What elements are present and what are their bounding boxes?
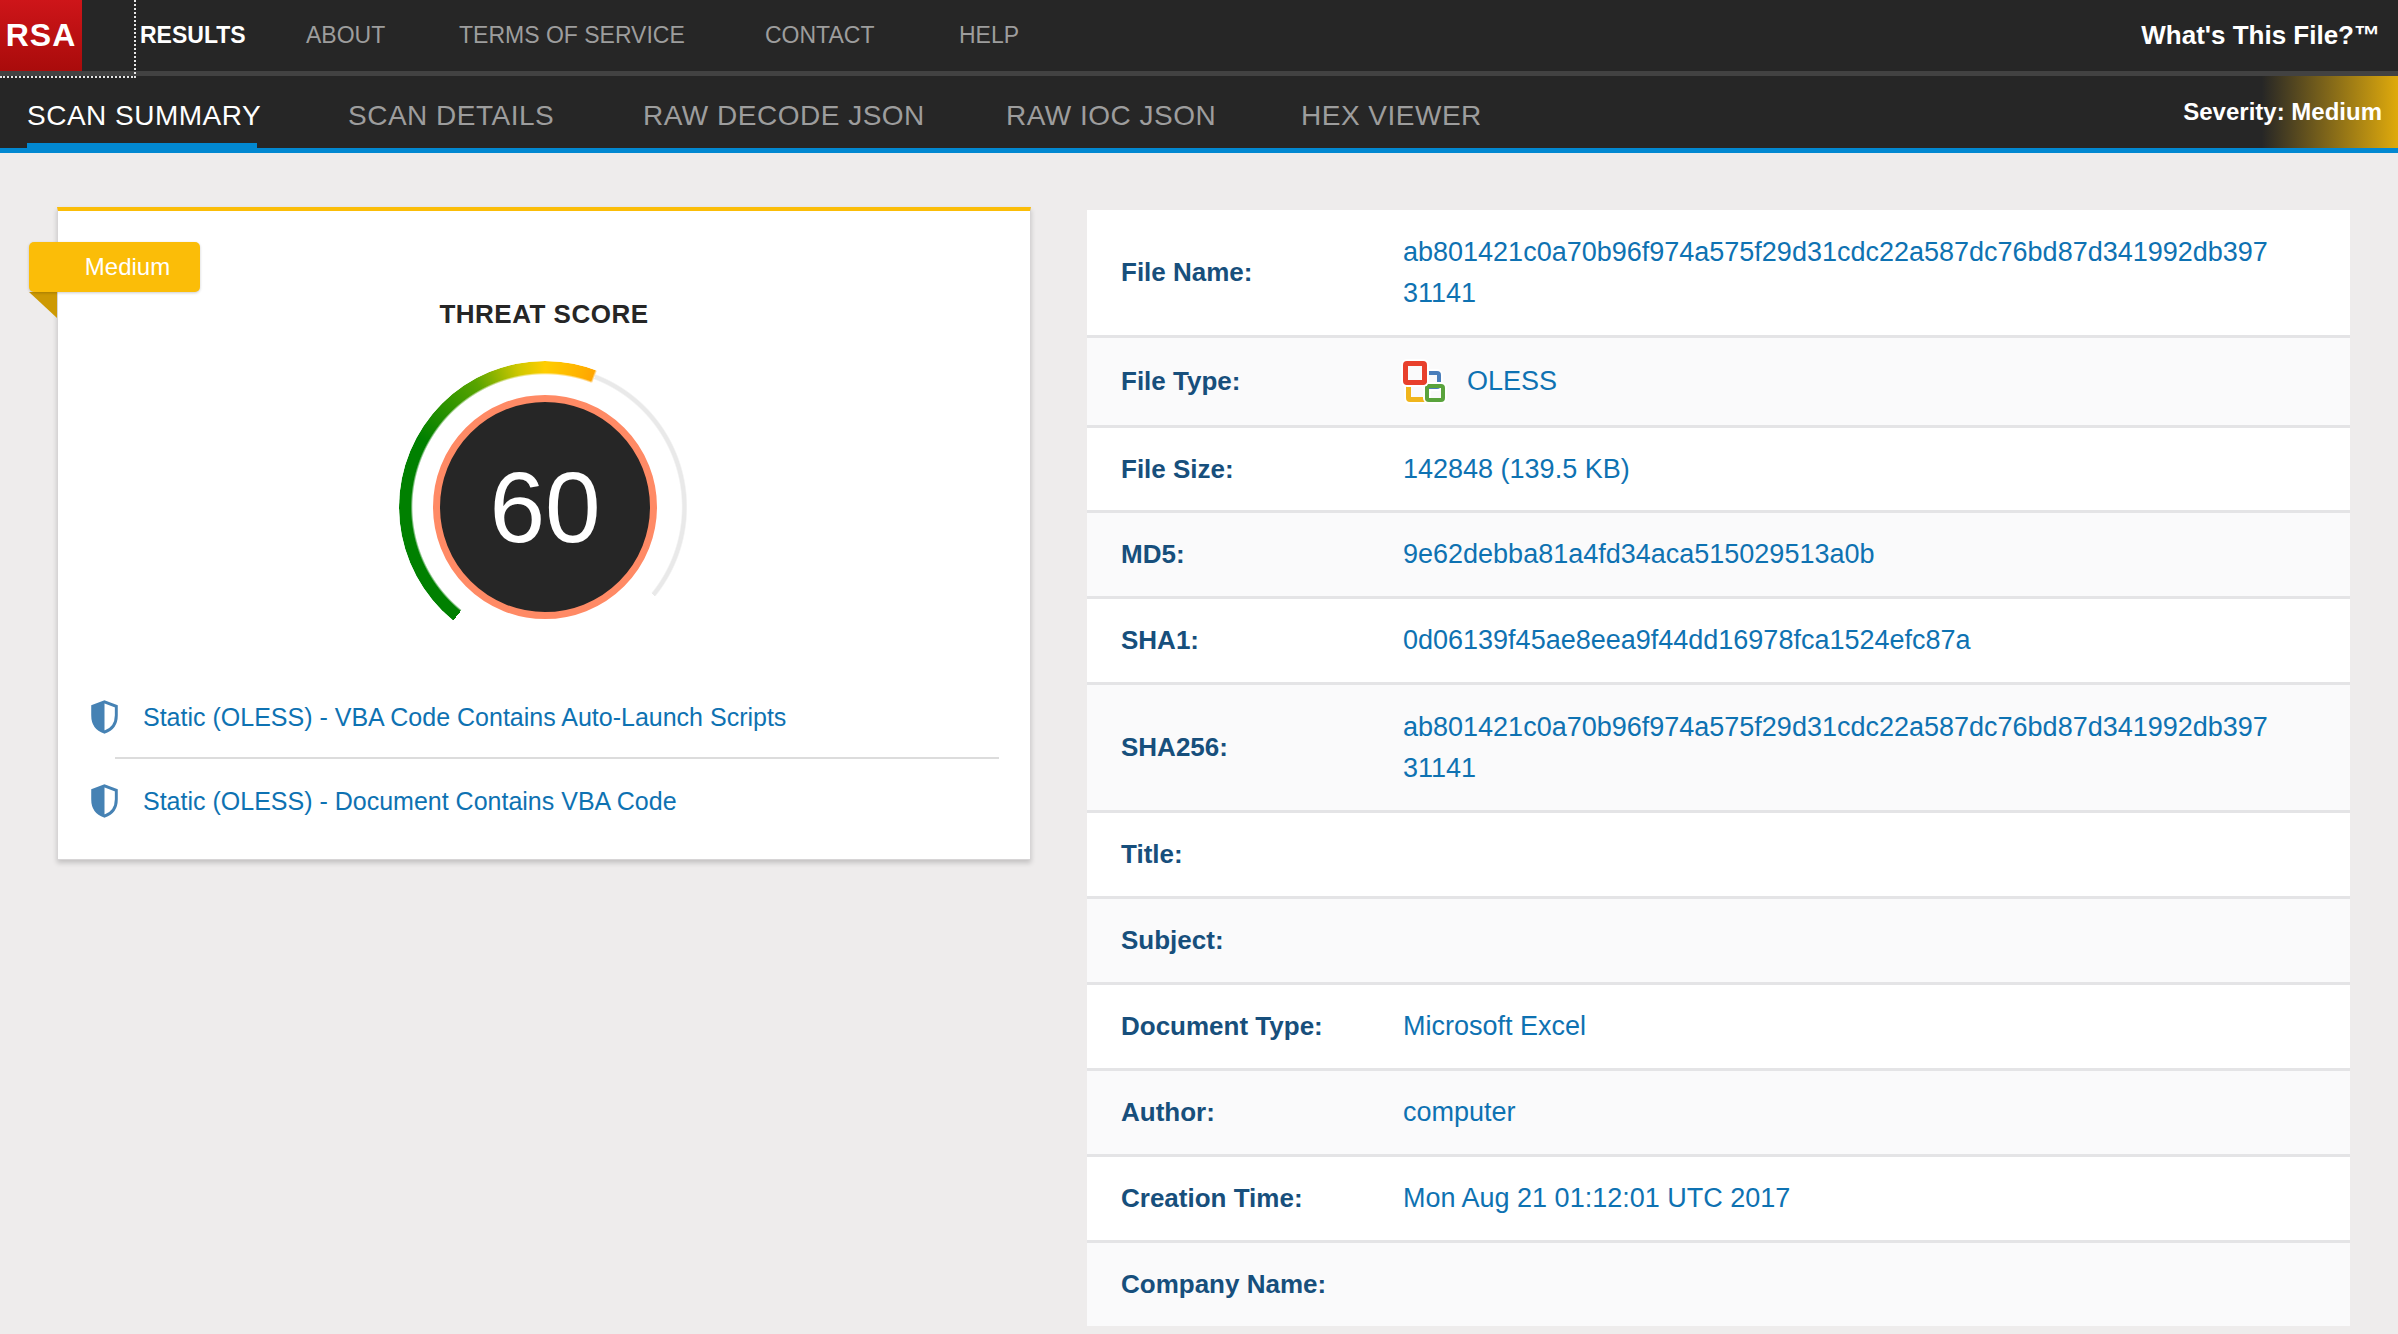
row-label: File Name: [1087,210,1403,335]
row-value: ab801421c0a70b96f974a575f29d31cdc22a587d… [1403,232,2281,314]
row-value: 142848 (139.5 KB) [1403,449,1630,490]
severity-gradient: Severity: Medium [2088,76,2398,148]
row-label: Author: [1087,1071,1403,1154]
tab-scan-details[interactable]: SCAN DETAILS [348,76,554,148]
finding-text[interactable]: Static (OLESS) - VBA Code Contains Auto-… [143,703,786,732]
logo-focus-outline [0,0,136,78]
top-nav: RSA RESULTS ABOUT TERMS OF SERVICE CONTA… [0,0,2398,71]
row-value: OLESS [1467,366,1557,397]
table-row-creation-time: Creation Time: Mon Aug 21 01:12:01 UTC 2… [1087,1154,2350,1240]
nav-item-about[interactable]: ABOUT [306,0,385,71]
table-row-subject: Subject: [1087,896,2350,982]
threat-score-gauge: 60 [399,361,691,653]
severity-ribbon-fold [29,292,57,318]
file-info-table: File Name: ab801421c0a70b96f974a575f29d3… [1087,210,2350,1326]
threat-score-title: THREAT SCORE [58,299,1030,330]
table-row-md5: MD5: 9e62debba81a4fd34aca515029513a0b [1087,510,2350,596]
table-row-title: Title: [1087,810,2350,896]
table-row-file-type: File Type: OLESS [1087,335,2350,425]
row-value: Mon Aug 21 01:12:01 UTC 2017 [1403,1178,1790,1219]
tab-bar: SCAN SUMMARY SCAN DETAILS RAW DECODE JSO… [0,76,2398,153]
finding-text[interactable]: Static (OLESS) - Document Contains VBA C… [143,787,677,816]
table-row-author: Author: computer [1087,1068,2350,1154]
table-row-file-size: File Size: 142848 (139.5 KB) [1087,425,2350,510]
row-label: Document Type: [1087,985,1403,1068]
ms-office-icon [1403,361,1449,403]
active-tab-underline [27,143,257,153]
row-label: MD5: [1087,513,1403,596]
table-row-sha1: SHA1: 0d06139f45ae8eea9f44dd16978fca1524… [1087,596,2350,682]
finding-row[interactable]: Static (OLESS) - Document Contains VBA C… [91,779,677,823]
finding-row[interactable]: Static (OLESS) - VBA Code Contains Auto-… [91,695,786,739]
finding-divider [115,757,999,759]
shield-icon [91,784,118,818]
tab-raw-ioc-json[interactable]: RAW IOC JSON [1006,76,1216,148]
product-title: What's This File?™ [2141,0,2380,71]
tab-hex-viewer[interactable]: HEX VIEWER [1301,76,1482,148]
row-value: 0d06139f45ae8eea9f44dd16978fca1524efc87a [1403,620,1971,661]
threat-score-card: Medium THREAT SCORE 60 Static (OLESS) - … [57,207,1031,860]
row-label: File Type: [1087,338,1403,425]
row-value: computer [1403,1092,1516,1133]
table-row-sha256: SHA256: ab801421c0a70b96f974a575f29d31cd… [1087,682,2350,810]
tab-bar-bottom-border [0,148,2398,153]
row-label: SHA256: [1087,685,1403,810]
row-label: Creation Time: [1087,1157,1403,1240]
table-row-file-name: File Name: ab801421c0a70b96f974a575f29d3… [1087,210,2350,335]
nav-item-help[interactable]: HELP [959,0,1019,71]
tab-scan-summary[interactable]: SCAN SUMMARY [27,76,261,148]
severity-ribbon: Medium [29,242,200,292]
nav-item-results[interactable]: RESULTS [140,0,246,71]
table-row-document-type: Document Type: Microsoft Excel [1087,982,2350,1068]
row-label: File Size: [1087,428,1403,510]
row-value: 9e62debba81a4fd34aca515029513a0b [1403,534,1875,575]
row-label: Company Name: [1087,1243,1403,1326]
row-label: SHA1: [1087,599,1403,682]
severity-badge: Severity: Medium [2183,76,2382,148]
table-row-company-name: Company Name: [1087,1240,2350,1326]
tab-raw-decode-json[interactable]: RAW DECODE JSON [643,76,925,148]
row-label: Subject: [1087,899,1403,982]
nav-item-terms-of-service[interactable]: TERMS OF SERVICE [459,0,685,71]
nav-item-contact[interactable]: CONTACT [765,0,874,71]
row-value: ab801421c0a70b96f974a575f29d31cdc22a587d… [1403,707,2281,789]
row-label: Title: [1087,813,1403,896]
row-value: Microsoft Excel [1403,1006,1586,1047]
shield-icon [91,700,118,734]
threat-score-value: 60 [489,450,600,565]
gauge-inner-circle: 60 [433,395,657,619]
